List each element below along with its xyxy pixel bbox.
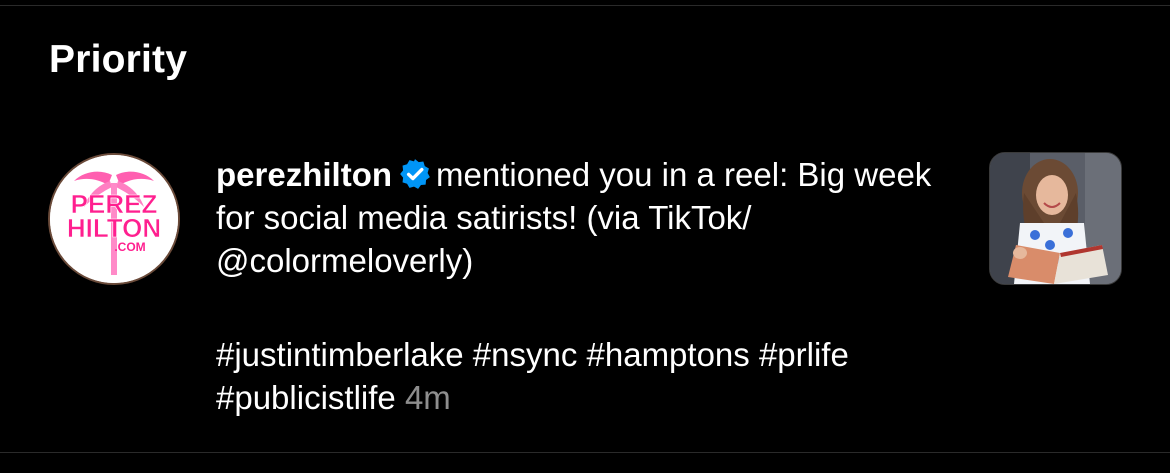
hashtags-text[interactable]: #justintimberlake #nsync #hamptons #prli…	[216, 336, 849, 416]
logo-line3: .COM	[114, 240, 145, 254]
bottom-divider	[0, 452, 1170, 453]
verified-badge-icon	[400, 159, 430, 189]
top-divider	[0, 5, 1170, 6]
avatar[interactable]: PEREZ HILTON .COM	[48, 153, 180, 285]
reel-thumbnail[interactable]	[989, 152, 1122, 285]
username-link[interactable]: perezhilton	[216, 156, 392, 193]
perez-hilton-logo: PEREZ HILTON .COM	[50, 155, 178, 283]
section-title: Priority	[49, 38, 188, 81]
reel-thumbnail-image	[990, 153, 1121, 284]
timestamp: 4m	[404, 379, 451, 416]
notification-text[interactable]: perezhilton mentioned you in a reel: Big…	[216, 153, 956, 282]
notification-hashtags[interactable]: #justintimberlake #nsync #hamptons #prli…	[216, 333, 956, 419]
logo-line2: HILTON	[67, 213, 161, 243]
